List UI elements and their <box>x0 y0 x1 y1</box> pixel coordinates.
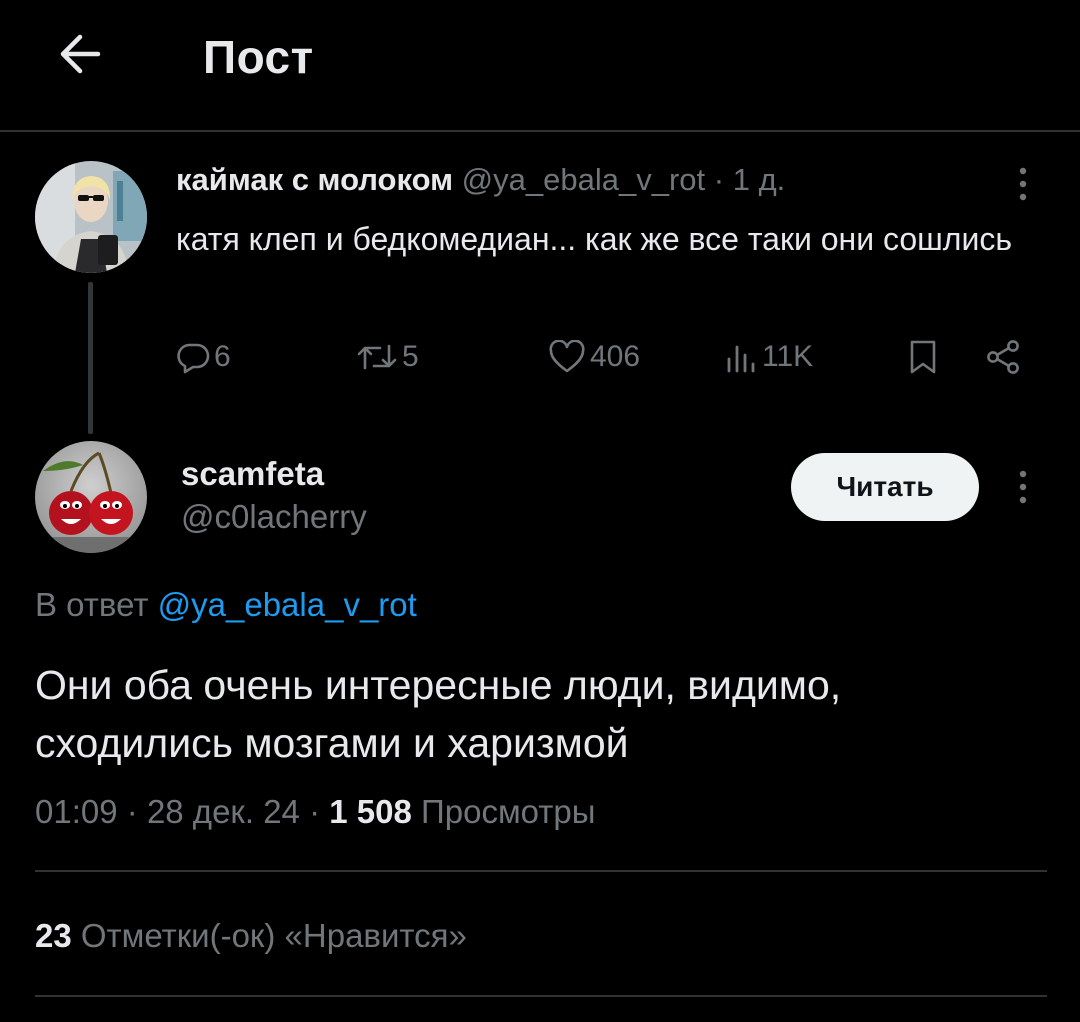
parent-handle[interactable]: @ya_ebala_v_rot <box>462 162 705 197</box>
views-count: 11K <box>762 340 814 373</box>
top-bar: Пост <box>0 0 1080 132</box>
bookmark-button[interactable] <box>906 330 940 384</box>
share-icon <box>987 340 1019 374</box>
like-count: 406 <box>590 340 641 373</box>
reply-tweet-text: Они оба очень интересные люди, видимо, с… <box>35 662 842 766</box>
reply-author-name[interactable]: scamfeta <box>181 455 324 493</box>
more-vertical-icon <box>1019 167 1027 201</box>
follow-button[interactable]: Читать <box>791 453 979 521</box>
reply-prefix: В ответ <box>35 586 149 623</box>
repost-count: 5 <box>402 340 419 373</box>
parent-more-button[interactable] <box>1008 162 1038 206</box>
divider <box>35 870 1047 872</box>
reply-metadata: 01:09 · 28 дек. 24 · 1 508 Просмотры <box>35 793 595 831</box>
parent-author-name[interactable]: каймак с молоком <box>176 162 453 197</box>
comment-icon <box>177 343 210 374</box>
reply-mention-link[interactable]: @ya_ebala_v_rot <box>158 586 417 623</box>
reply-count: 6 <box>214 340 231 373</box>
reply-views-count[interactable]: 1 508 <box>329 793 412 830</box>
page-title: Пост <box>203 31 314 83</box>
repost-action[interactable]: 5 <box>356 330 419 384</box>
share-button[interactable] <box>984 330 1022 384</box>
thread-connector <box>88 282 93 434</box>
reply-avatar[interactable] <box>35 441 147 553</box>
divider <box>35 995 1047 997</box>
heart-icon <box>549 340 585 373</box>
meta-separator: · <box>713 162 725 197</box>
meta-separator: · <box>309 793 321 830</box>
back-button[interactable] <box>48 22 112 86</box>
reply-date: 28 дек. 24 <box>146 793 300 830</box>
reply-time: 01:09 <box>35 793 118 830</box>
replying-to: В ответ @ya_ebala_v_rot <box>35 586 417 624</box>
views-action[interactable]: 11K <box>724 330 813 384</box>
meta-separator: · <box>126 793 138 830</box>
reply-views-label: Просмотры <box>421 793 596 830</box>
arrow-left-icon <box>60 34 101 74</box>
likes-label: Отметки(-ок) «Нравится» <box>80 917 467 954</box>
reply-action[interactable]: 6 <box>176 330 231 384</box>
parent-avatar[interactable] <box>35 161 147 273</box>
bar-chart-icon <box>727 345 755 373</box>
like-action[interactable]: 406 <box>548 330 640 384</box>
likes-summary[interactable]: 23 Отметки(-ок) «Нравится» <box>35 917 467 955</box>
parent-tweet-text: катя клеп и бедкомедиан... как же все та… <box>176 221 1012 257</box>
more-vertical-icon <box>1019 470 1027 504</box>
parent-header: каймак с молоком @ya_ebala_v_rot · 1 д. <box>176 162 785 198</box>
parent-action-bar: 6 5 406 11K <box>176 330 1036 384</box>
post-page: Пост каймак с молоком @ya_ebala_v_rot · … <box>0 0 1080 1022</box>
reply-handle[interactable]: @c0lacherry <box>181 498 367 536</box>
reply-more-button[interactable] <box>1008 465 1038 509</box>
likes-count: 23 <box>35 917 72 954</box>
repost-icon <box>357 344 397 370</box>
bookmark-icon <box>910 340 936 374</box>
parent-time: 1 д. <box>732 162 786 197</box>
